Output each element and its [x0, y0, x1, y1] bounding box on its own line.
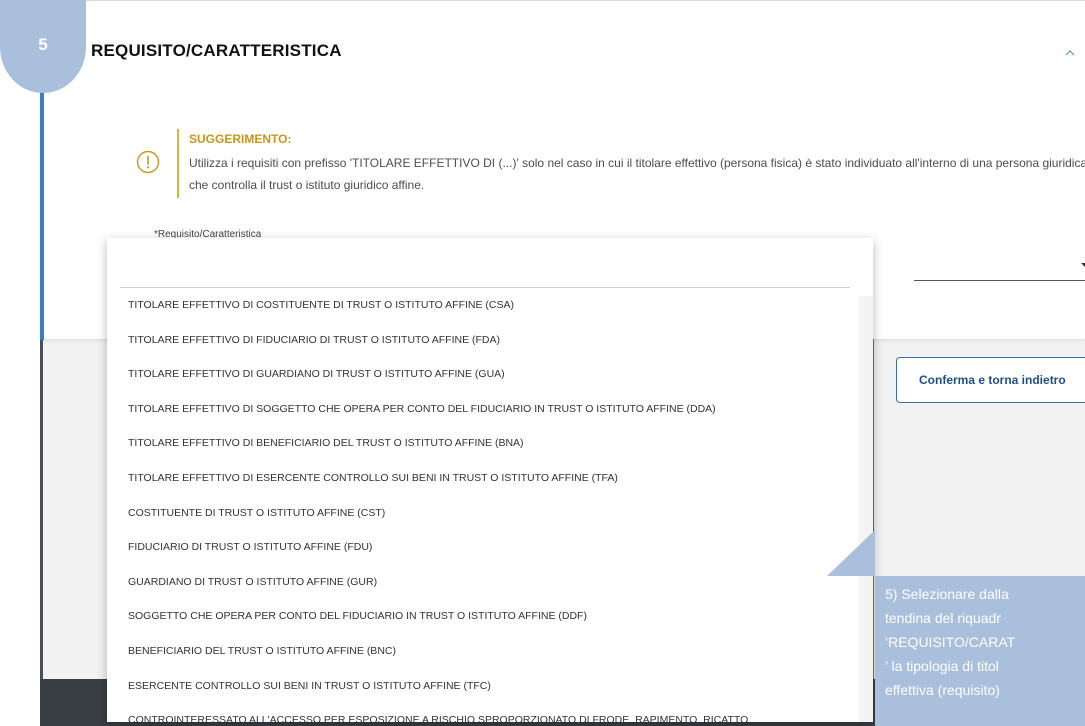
requirement-dropdown: TITOLARE EFFETTIVO DI COSTITUENTE DI TRU…	[107, 238, 873, 722]
viewport: Conferma e torna indietro REQUISITO/CARA…	[0, 0, 1085, 726]
dropdown-scrollbar[interactable]	[859, 296, 873, 722]
exclamation-circle-icon	[136, 150, 160, 174]
help-tooltip: 5) Selezionare dalla tendina del riquadr ‘…	[875, 576, 1085, 726]
tooltip-line: effettiva (requisito)	[885, 682, 1000, 698]
section-title: REQUISITO/CARATTERISTICA	[91, 41, 342, 60]
select-underline	[914, 280, 1085, 281]
tooltip-line: ’ la tipologia di titol	[885, 658, 999, 674]
dropdown-option[interactable]: TITOLARE EFFETTIVO DI GUARDIANO DI TRUST…	[107, 357, 859, 392]
chevron-up-icon[interactable]	[1063, 46, 1077, 60]
dropdown-option[interactable]: TITOLARE EFFETTIVO DI ESERCENTE CONTROLL…	[107, 461, 859, 496]
tooltip-line: ‘REQUISITO/CARAT	[885, 634, 1016, 650]
dropdown-options-list: TITOLARE EFFETTIVO DI COSTITUENTE DI TRU…	[107, 288, 859, 722]
dropdown-option[interactable]: TITOLARE EFFETTIVO DI SOGGETTO CHE OPERA…	[107, 392, 859, 427]
dropdown-search-input[interactable]	[120, 248, 850, 288]
dropdown-option[interactable]: ESERCENTE CONTROLLO SUI BENI IN TRUST O …	[107, 669, 859, 704]
hint-accent-bar	[177, 129, 179, 198]
tooltip-pointer	[827, 530, 875, 576]
requirement-field-label: *Requisito/Caratteristica	[154, 229, 262, 238]
caret-down-icon[interactable]	[1080, 262, 1085, 268]
dropdown-option[interactable]: FIDUCIARIO DI TRUST O ISTITUTO AFFINE (F…	[107, 530, 859, 565]
dropdown-option[interactable]: TITOLARE EFFETTIVO DI BENEFICIARIO DEL T…	[107, 426, 859, 461]
tooltip-line: tendina del riquadr	[885, 610, 1001, 626]
dropdown-option[interactable]: COSTITUENTE DI TRUST O ISTITUTO AFFINE (…	[107, 496, 859, 531]
card-accent-bar	[40, 89, 44, 340]
hint-text: Utilizza i requisiti con prefisso 'TITOL…	[189, 156, 1085, 192]
step-badge: 5	[0, 0, 86, 93]
dropdown-option[interactable]: GUARDIANO DI TRUST O ISTITUTO AFFINE (GU…	[107, 565, 859, 600]
dropdown-option[interactable]: TITOLARE EFFETTIVO DI COSTITUENTE DI TRU…	[107, 288, 859, 323]
left-accent-bar	[40, 339, 43, 726]
dropdown-option[interactable]: TITOLARE EFFETTIVO DI FIDUCIARIO DI TRUS…	[107, 323, 859, 358]
dropdown-option[interactable]: BENEFICIARIO DEL TRUST O ISTITUTO AFFINE…	[107, 634, 859, 669]
dropdown-option[interactable]: CONTROINTERESSATO ALL'ACCESSO PER ESPOSI…	[107, 703, 859, 722]
tooltip-line: 5) Selezionare dalla	[885, 586, 1009, 602]
hint-title: SUGGERIMENTO:	[189, 132, 292, 146]
confirm-and-back-button[interactable]: Conferma e torna indietro	[896, 357, 1085, 403]
dropdown-option[interactable]: SOGGETTO CHE OPERA PER CONTO DEL FIDUCIA…	[107, 599, 859, 634]
